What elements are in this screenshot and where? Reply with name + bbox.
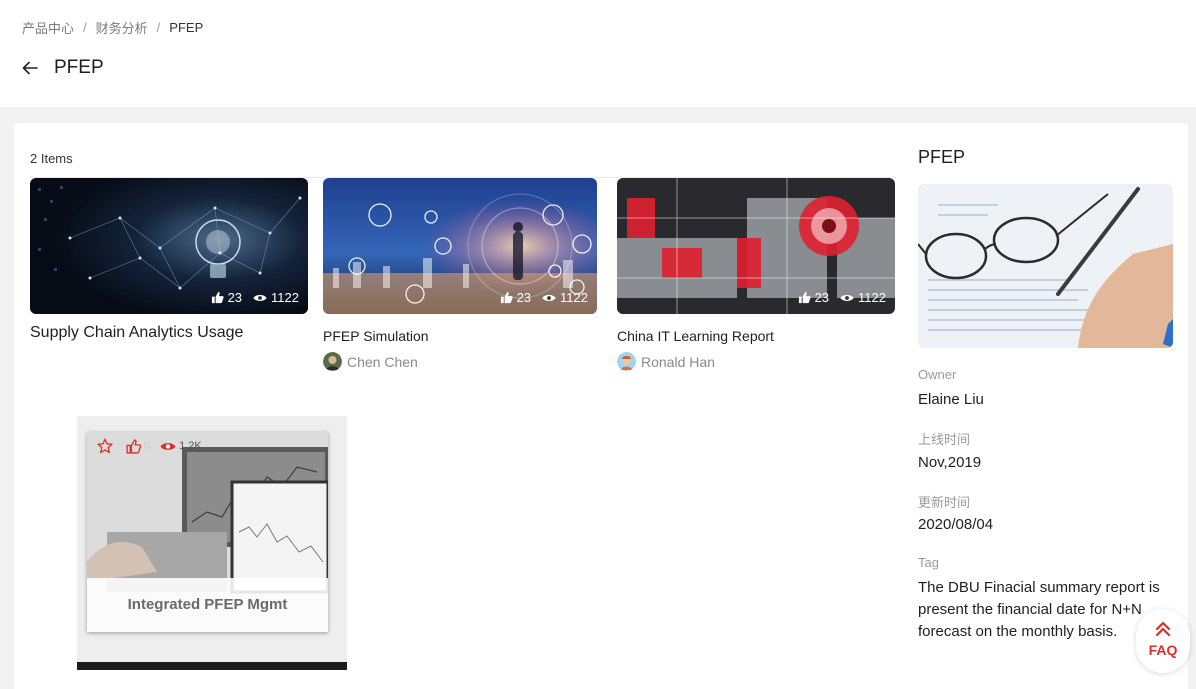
card-thumbnail[interactable]: 23 1122 — [323, 178, 597, 314]
thumbs-up-icon — [126, 438, 141, 454]
tile-label[interactable]: Integrated PFEP Mgmt — [87, 578, 328, 632]
thumbs-up-icon — [798, 291, 811, 304]
owner-value: Elaine Liu — [918, 391, 984, 408]
back-arrow-icon[interactable] — [20, 58, 40, 78]
report-card-china-it-learning[interactable]: 23 1122 China IT Learning Report Ronald … — [617, 178, 895, 371]
breadcrumb-item-current: PFEP — [169, 20, 204, 35]
star-icon[interactable] — [97, 438, 113, 454]
views-count: 1122 — [560, 290, 588, 305]
glasses-pen-image — [918, 184, 1173, 348]
likes-count: 0 — [144, 440, 151, 452]
card-author: Chen Chen — [323, 352, 601, 371]
likes-count: 23 — [814, 290, 830, 305]
eye-icon — [542, 294, 556, 301]
tag-label: Tag — [918, 555, 939, 570]
report-tile-card[interactable]: 0 1.2K Integrated PFEP Mgmt — [87, 432, 328, 632]
views-count: 1.2K — [179, 440, 202, 452]
tile-stats: 0 1.2K — [97, 438, 212, 454]
top-bar: 产品中心 / 财务分析 / PFEP PFEP — [0, 0, 1196, 107]
card-stats: 23 1122 — [200, 290, 299, 305]
updated-date-value: 2020/08/04 — [918, 516, 994, 533]
avatar — [617, 352, 636, 371]
online-date-value: Nov,2019 — [918, 454, 982, 471]
breadcrumb-item-finance-analysis[interactable]: 财务分析 — [96, 18, 148, 37]
thumbs-up-icon — [500, 291, 513, 304]
likes-stat[interactable]: 23 — [500, 290, 531, 305]
views-count: 1122 — [271, 290, 299, 305]
card-thumbnail[interactable]: 23 1122 — [617, 178, 895, 314]
likes-count: 23 — [516, 290, 532, 305]
views-stat: 1122 — [253, 290, 299, 305]
card-stats: 23 1122 — [787, 290, 886, 305]
tag-description: The DBU Finacial summary report is prese… — [918, 579, 1160, 640]
breadcrumb-item-product-center[interactable]: 产品中心 — [22, 18, 74, 37]
report-card-pfep-simulation[interactable]: 23 1122 PFEP Simulation Chen Chen — [323, 178, 601, 371]
items-count: 2 Items — [30, 151, 73, 166]
card-title[interactable]: China IT Learning Report — [617, 328, 895, 344]
card-author: Ronald Han — [617, 352, 895, 371]
author-name: Chen Chen — [347, 353, 418, 370]
owner-label: Owner — [918, 367, 957, 382]
tile-bottom-bar — [77, 662, 347, 670]
faq-button[interactable]: FAQ — [1136, 609, 1190, 673]
eye-icon — [160, 442, 176, 450]
likes-stat[interactable]: 23 — [798, 290, 829, 305]
breadcrumb-separator: / — [83, 20, 87, 35]
likes-stat[interactable]: 0 — [126, 438, 151, 454]
views-stat: 1122 — [840, 290, 886, 305]
report-card-supply-chain[interactable]: 23 1122 Supply Chain Analytics Usage — [30, 178, 308, 342]
likes-stat[interactable]: 23 — [211, 290, 242, 305]
detail-title: PFEP — [918, 147, 966, 167]
updated-date-label: 更新时间 — [918, 495, 971, 510]
eye-icon — [253, 294, 267, 301]
card-title[interactable]: Supply Chain Analytics Usage — [30, 324, 308, 342]
online-date-label: 上线时间 — [918, 432, 971, 447]
thumbs-up-icon — [211, 291, 224, 304]
card-thumbnail[interactable]: 23 1122 — [30, 178, 308, 314]
page-title: PFEP — [54, 57, 104, 78]
eye-icon — [840, 294, 854, 301]
double-chevron-up-icon — [1155, 621, 1171, 637]
views-count: 1122 — [858, 290, 886, 305]
likes-count: 23 — [227, 290, 243, 305]
author-name: Ronald Han — [641, 353, 715, 370]
card-title[interactable]: PFEP Simulation — [323, 328, 601, 344]
faq-label: FAQ — [1148, 642, 1178, 658]
card-stats: 23 1122 — [489, 290, 588, 305]
detail-image — [918, 184, 1173, 348]
breadcrumb: 产品中心 / 财务分析 / PFEP — [22, 18, 203, 37]
views-stat: 1122 — [542, 290, 588, 305]
breadcrumb-separator: / — [156, 20, 161, 35]
avatar — [323, 352, 342, 371]
views-stat: 1.2K — [160, 440, 202, 452]
favorite-stat[interactable] — [97, 438, 116, 454]
